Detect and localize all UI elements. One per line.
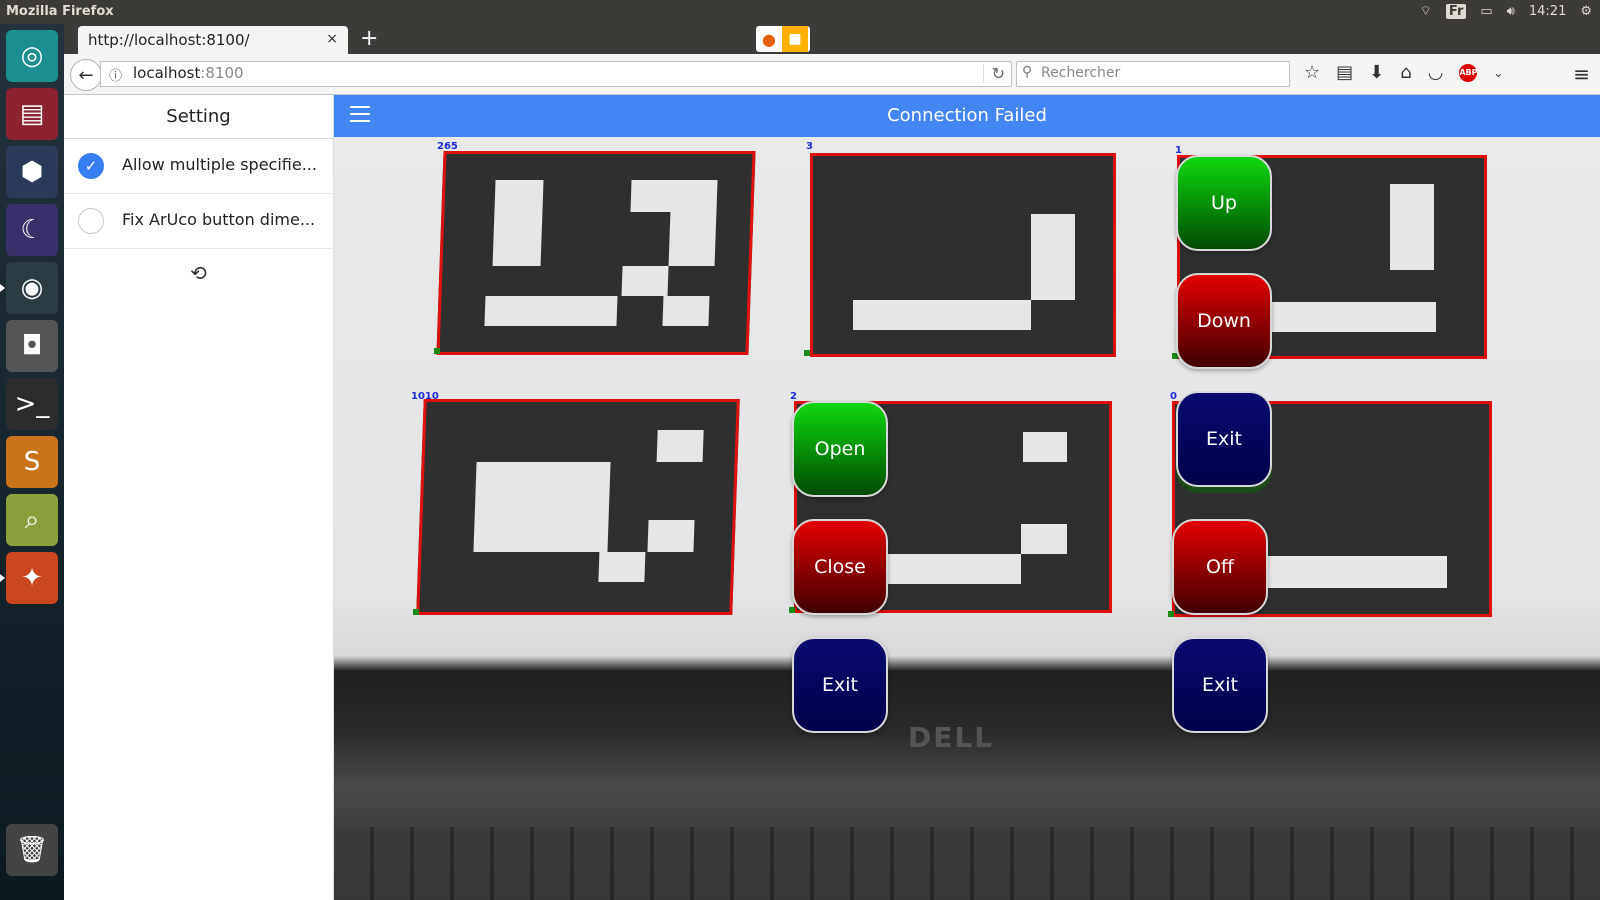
checked-checkbox-icon[interactable]: ✓ <box>78 153 104 179</box>
adblock-icon[interactable]: ABP <box>1459 63 1477 82</box>
close-button[interactable]: Close <box>792 519 888 615</box>
browser-tab[interactable]: http://localhost:8100/ × <box>78 26 348 54</box>
dell-logo: DELL <box>908 721 995 754</box>
battery-icon[interactable]: ▭ <box>1480 4 1492 19</box>
window-title: Mozilla Firefox <box>6 4 114 19</box>
pocket-icon[interactable]: ◡ <box>1428 62 1444 83</box>
exit-button[interactable]: Exit <box>792 637 888 733</box>
sidebar-title: Setting <box>64 95 333 139</box>
aruco-marker <box>436 151 756 355</box>
exit-button[interactable]: Exit <box>1172 637 1268 733</box>
camera-feed: 265 3 1 1010 2 0 Up Down Exit Open Close… <box>334 137 1600 900</box>
eclipse-icon[interactable]: ☾ <box>6 204 58 256</box>
up-button[interactable]: Up <box>1176 155 1272 251</box>
cube-icon[interactable]: ⬢ <box>6 146 58 198</box>
search-box[interactable]: ⚲ <box>1016 61 1290 87</box>
os-top-bar: Mozilla Firefox ⌔ Fr ▭ 🔊︎ 14:21 ⚙ <box>0 0 1600 24</box>
tab-title: http://localhost:8100/ <box>88 31 250 49</box>
unity-launcher: ◎ ▤ ⬢ ☾ ◉ ◘ >_ S ⌕ ✦ 🗑︎ <box>0 24 64 900</box>
hamburger-menu-icon[interactable]: ≡ <box>1573 62 1590 86</box>
aruco-marker <box>416 399 740 615</box>
clock[interactable]: 14:21 <box>1529 4 1566 19</box>
sharing-indicator[interactable]: ● ■ <box>756 26 810 52</box>
keyboard-language-indicator[interactable]: Fr <box>1445 3 1467 19</box>
main-content: Connection Failed 265 3 1 1010 2 0 Up Do… <box>334 95 1600 900</box>
home-icon[interactable]: ⌂ <box>1400 62 1411 83</box>
volume-icon[interactable]: 🔊︎ <box>1507 4 1515 19</box>
sublime-icon[interactable]: S <box>6 436 58 488</box>
marker-corner <box>804 350 810 356</box>
bookmark-star-icon[interactable]: ☆ <box>1304 62 1320 83</box>
marker-corner <box>434 348 440 354</box>
switch-camera-icon[interactable]: ⟲ <box>64 249 333 285</box>
info-icon[interactable]: ⓘ <box>109 65 122 84</box>
firefox-icon[interactable]: ✦ <box>0 552 58 604</box>
trash-icon[interactable]: 🗑︎ <box>6 824 58 876</box>
chrome-icon[interactable]: ◉ <box>0 262 58 314</box>
page-title: Connection Failed <box>887 105 1047 126</box>
marker-corner <box>413 609 419 615</box>
url-bar[interactable]: ⓘ localhost:8100 ↻ <box>100 61 1012 87</box>
ubuntu-dash-icon[interactable]: ◎ <box>6 30 58 82</box>
terminal-icon[interactable]: >_ <box>6 378 58 430</box>
setting-fix-aruco[interactable]: Fix ArUco button dime... <box>64 194 333 249</box>
unchecked-checkbox-icon[interactable] <box>78 208 104 234</box>
settings-gear-icon[interactable]: ⚙ <box>1580 4 1592 19</box>
exit-button[interactable]: Exit <box>1176 391 1272 487</box>
marker-corner <box>789 607 795 613</box>
wifi-icon[interactable]: ⌔ <box>1420 3 1432 19</box>
download-icon[interactable]: ⬇ <box>1369 62 1384 83</box>
app-header: Connection Failed <box>334 95 1600 137</box>
keyboard-background <box>334 827 1600 900</box>
url-text[interactable]: localhost:8100 <box>133 64 244 82</box>
video-camera-icon: ■ <box>782 26 808 52</box>
search-input[interactable] <box>1041 65 1281 81</box>
reading-list-icon[interactable]: ▤ <box>1336 62 1353 83</box>
chevron-down-icon[interactable]: ⌄ <box>1493 66 1503 80</box>
off-button[interactable]: Off <box>1172 519 1268 615</box>
aruco-marker <box>810 153 1116 357</box>
search-icon: ⚲ <box>1022 64 1033 80</box>
new-tab-button[interactable]: + <box>360 26 378 51</box>
browser-navbar: ← ⓘ localhost:8100 ↻ ⚲ ☆ ▤ ⬇ ⌂ ◡ ABP ⌄ ≡ <box>64 54 1600 95</box>
system-tray: ⌔ Fr ▭ 🔊︎ 14:21 ⚙ <box>1420 3 1592 19</box>
open-button[interactable]: Open <box>792 401 888 497</box>
settings-sidebar: Setting ✓ Allow multiple specifie... Fix… <box>64 95 334 900</box>
browser-tab-strip: http://localhost:8100/ × + ● ■ <box>64 24 1600 54</box>
file-cabinet-icon[interactable]: ▤ <box>6 88 58 140</box>
setting-label: Fix ArUco button dime... <box>122 210 316 229</box>
marker-id: 3 <box>806 141 813 152</box>
back-button[interactable]: ← <box>70 59 102 91</box>
page-viewport: Setting ✓ Allow multiple specifie... Fix… <box>64 95 1600 900</box>
tab-close-icon[interactable]: × <box>326 31 338 47</box>
image-viewer-icon[interactable]: ⌕ <box>6 494 58 546</box>
camera-icon[interactable]: ◘ <box>6 320 58 372</box>
toolbar-icons: ☆ ▤ ⬇ ⌂ ◡ ABP ⌄ <box>1304 62 1503 83</box>
down-button[interactable]: Down <box>1176 273 1272 369</box>
setting-label: Allow multiple specifie... <box>122 155 317 174</box>
setting-allow-multiple[interactable]: ✓ Allow multiple specifie... <box>64 139 333 194</box>
reload-icon[interactable]: ↻ <box>982 64 1005 83</box>
firefox-icon: ● <box>762 29 776 49</box>
marker-corner <box>1168 611 1174 617</box>
